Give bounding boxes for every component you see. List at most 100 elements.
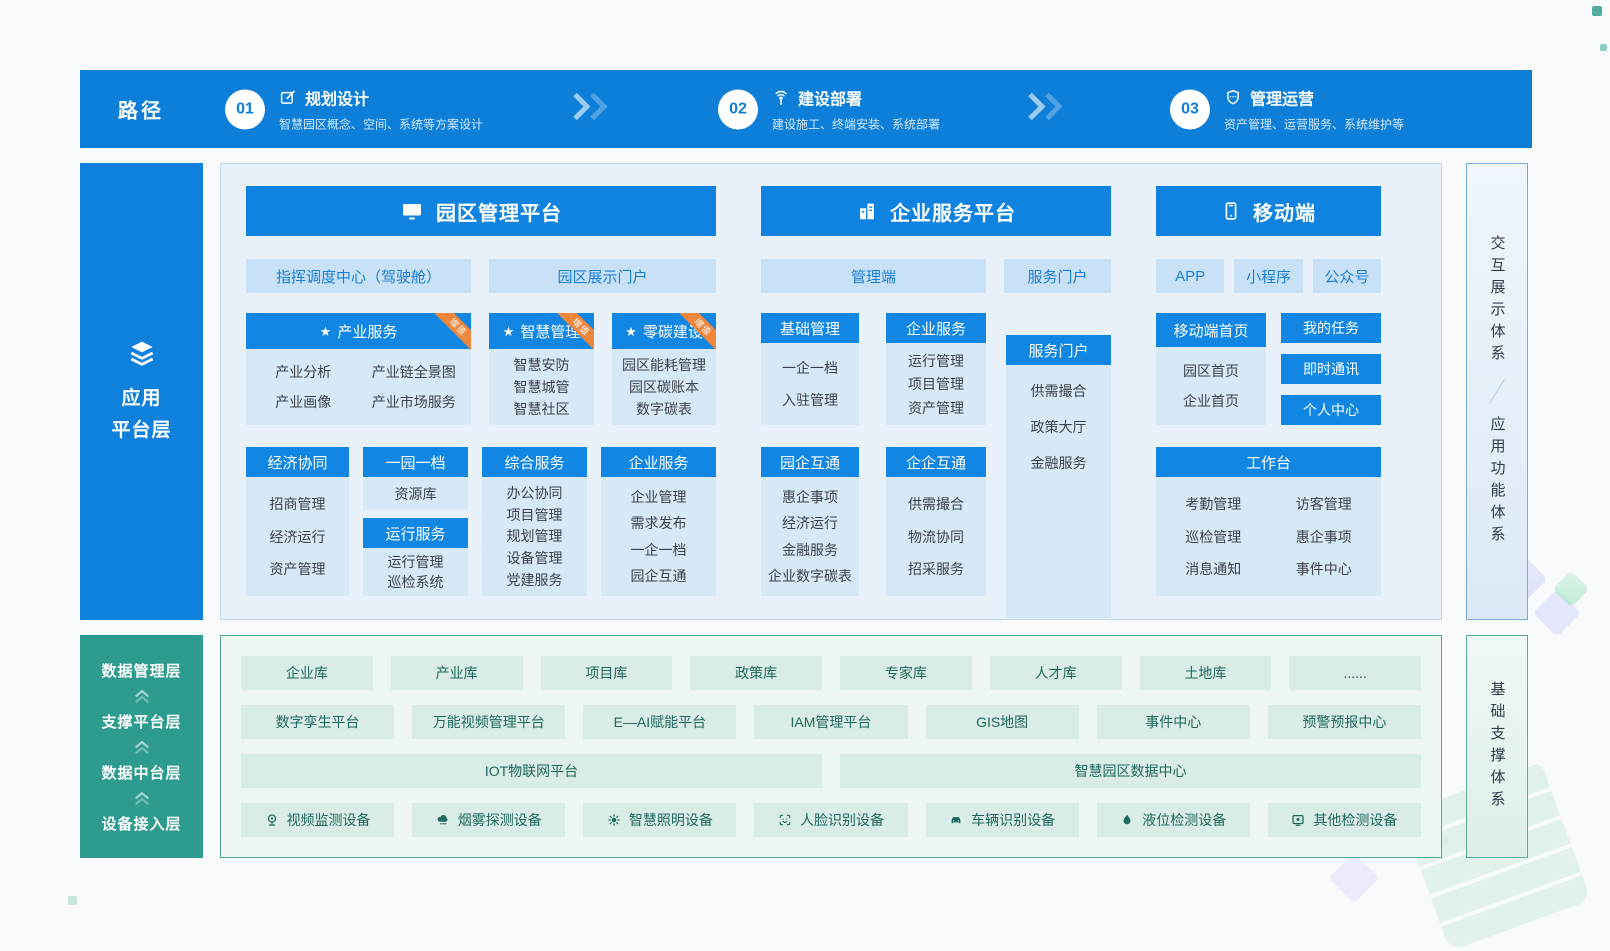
card-body: 供需撮合 物流协同 招采服务: [886, 477, 986, 596]
database-box: 产业库: [391, 656, 523, 690]
app-layer-label-line2: 平台层: [111, 415, 171, 447]
personal-center-button: 个人中心: [1281, 395, 1381, 425]
feature-item: 企业管理: [631, 487, 687, 507]
feature-item: 金融服务: [1031, 453, 1087, 473]
face-recognition-icon: [778, 813, 792, 827]
feature-item: 产业链全景图: [372, 362, 456, 382]
card-one-park-one-file: 一园一档 资源库: [363, 447, 468, 510]
feature-item: 园区碳账本: [629, 377, 699, 397]
iot-platform-box: IOT物联网平台: [241, 754, 822, 788]
feature-item: 金融服务: [782, 540, 838, 560]
feature-item: 访客管理: [1296, 494, 1352, 514]
data-center-box: 智慧园区数据中心: [840, 754, 1421, 788]
foundation-panel: 企业库 产业库 项目库 政策库 专家库 人才库 土地库 ...... 数字孪生平…: [220, 635, 1442, 858]
star-icon: ★: [320, 325, 332, 338]
device-box: 人脸识别设备: [754, 803, 907, 837]
card-title: 智慧管理: [520, 321, 580, 342]
card-header: 基础管理: [761, 313, 859, 343]
feature-item: 巡检管理: [1185, 527, 1241, 547]
layer-label-data-management: 数据管理层: [101, 660, 181, 681]
card-park-enterprise-link: 园企互通 惠企事项 经济运行 金融服务 企业数字碳表: [761, 447, 859, 596]
card-body: 产业分析 产业链全景图 产业画像 产业市场服务: [246, 349, 471, 425]
park-archive-stack: 一园一档 资源库 运行服务 运行管理 巡检系统: [363, 447, 468, 596]
decor-cube: [1533, 589, 1581, 637]
database-box: 专家库: [840, 656, 972, 690]
step-number-badge: 03: [1170, 89, 1210, 129]
card-body: 企业管理 需求发布 一企一档 园企互通: [601, 477, 716, 596]
enterprise-portal-row: 管理端 服务门户: [761, 259, 1111, 293]
feature-item: 党建服务: [507, 570, 563, 590]
park-lower-row: 经济协同 招商管理 经济运行 资产管理 一园一档 资源库 运行服务: [246, 447, 716, 596]
database-box: 人才库: [990, 656, 1122, 690]
feature-item: 智慧安防: [514, 355, 570, 375]
card-header: 运行服务: [363, 518, 468, 548]
step-title: 管理运营: [1250, 86, 1314, 110]
feature-item: 园区首页: [1183, 361, 1239, 381]
broadcast-icon: [772, 89, 790, 107]
card-header: 经济协同: [246, 447, 349, 477]
feature-item: 智慧社区: [514, 399, 570, 419]
feature-item: 招商管理: [270, 494, 326, 514]
decor-square: [68, 896, 77, 905]
decor-square: [1600, 44, 1607, 51]
mobile-header: 移动端: [1156, 186, 1381, 236]
feature-item: 一企一档: [631, 540, 687, 560]
shield-icon: [1224, 89, 1242, 107]
platform-box: 万能视频管理平台: [412, 705, 565, 739]
card-header: 企业服务: [886, 313, 986, 343]
feature-item: 规划管理: [507, 526, 563, 546]
device-label: 烟雾探测设备: [458, 810, 542, 830]
card-enterprise-service: 企业服务 运行管理 项目管理 资产管理: [886, 313, 986, 425]
mobile-main-row: 移动端首页 园区首页 企业首页 我的任务 即时通讯 个人中心: [1156, 313, 1381, 425]
card-body: 一企一档 入驻管理: [761, 343, 859, 425]
step-number-badge: 02: [718, 89, 758, 129]
device-box: 车辆识别设备: [926, 803, 1079, 837]
card-body: 智慧安防 智慧城管 智慧社区: [489, 349, 594, 425]
interaction-system-label: 交互展示体系: [1487, 235, 1508, 367]
my-tasks-button: 我的任务: [1281, 313, 1381, 343]
card-industry-services: ★ 产业服务 增值 产业分析 产业链全景图 产业画像 产业市场服务: [246, 313, 471, 425]
support-platform-row: 数字孪生平台 万能视频管理平台 E—AI赋能平台 IAM管理平台 GIS地图 事…: [241, 705, 1421, 739]
feature-item: 产业分析: [275, 362, 331, 382]
device-label: 液位检测设备: [1142, 810, 1226, 830]
foundation-system-label: 基础支撑体系: [1487, 681, 1508, 813]
card-header: 一园一档: [363, 447, 468, 477]
feature-item: 项目管理: [908, 374, 964, 394]
step-text: 管理运营 资产管理、运营服务、系统维护等: [1224, 86, 1404, 133]
card-enterprise-enterprise-link: 企企互通 供需撮合 物流协同 招采服务: [886, 447, 986, 596]
card-header: 园企互通: [761, 447, 859, 477]
webcam-icon: [265, 813, 279, 827]
chevrons-up-icon: [131, 739, 153, 755]
decor-cube: [1329, 853, 1380, 904]
card-header: 企企互通: [886, 447, 986, 477]
feature-item: 供需撮合: [1031, 381, 1087, 401]
database-row: 企业库 产业库 项目库 政策库 专家库 人才库 土地库 ......: [241, 656, 1421, 690]
application-platform-panel: 园区管理平台 指挥调度中心（驾驶舱） 园区展示门户 ★ 产业服务 增值 产业分析…: [220, 163, 1442, 620]
step-number-badge: 01: [225, 89, 265, 129]
feature-item: 事件中心: [1296, 559, 1352, 579]
star-icon: ★: [503, 325, 515, 338]
path-bar-title: 路径: [118, 95, 164, 124]
card-body: 资源库: [363, 477, 468, 510]
card-header: ★ 产业服务: [246, 313, 471, 349]
foundation-support-rail: 基础支撑体系: [1466, 635, 1528, 858]
enterprise-upper-row: 基础管理 一企一档 入驻管理 企业服务 运行管理 项目管理 资产管理: [761, 313, 986, 425]
layer-label-support-platform: 支撑平台层: [101, 711, 181, 732]
card-body: 运行管理 巡检系统: [363, 548, 468, 596]
card-header: ★ 零碳建设: [612, 313, 716, 349]
feature-item: 产业市场服务: [372, 392, 456, 412]
app-layer-label-line1: 应用: [111, 383, 171, 415]
feature-item: 企业首页: [1183, 391, 1239, 411]
feature-item: 巡检系统: [388, 572, 444, 592]
platform-box: E—AI赋能平台: [583, 705, 736, 739]
feature-item: 数字碳表: [636, 399, 692, 419]
card-zero-carbon: ★ 零碳建设 增值 园区能耗管理 园区碳账本 数字碳表: [612, 313, 716, 425]
enterprise-platform-column: 企业服务平台 管理端 服务门户 基础管理 一企一档 入驻管理 企业服务 运行管理…: [761, 186, 1111, 594]
feature-item: 经济运行: [270, 527, 326, 547]
feature-item: 资源库: [395, 484, 437, 504]
card-body: 惠企事项 经济运行 金融服务 企业数字碳表: [761, 477, 859, 596]
card-body: 办公协同 项目管理 规划管理 设备管理 党建服务: [482, 477, 587, 596]
step-title: 建设部署: [798, 86, 862, 110]
park-portal-row: 指挥调度中心（驾驶舱） 园区展示门户: [246, 259, 716, 293]
card-body: 园区首页 企业首页: [1156, 347, 1266, 425]
